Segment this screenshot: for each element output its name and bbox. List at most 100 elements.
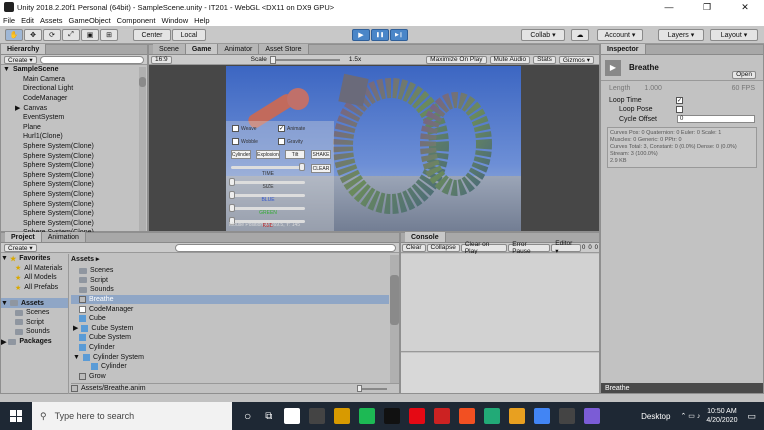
asset-item[interactable]: Script (71, 276, 389, 286)
hierarchy-item[interactable]: Main Camera (3, 75, 147, 85)
hierarchy-item[interactable]: Sphere System(Clone) (3, 219, 147, 229)
layout-dropdown[interactable]: Layout ▾ (710, 29, 758, 41)
project-breadcrumb[interactable]: Assets ▸ (71, 255, 99, 263)
favorites-header[interactable]: ▼ ★ Favorites (1, 254, 68, 264)
menu-file[interactable]: File (3, 16, 15, 25)
favorites-item[interactable]: ★ All Models (1, 273, 68, 283)
hierarchy-item[interactable]: Plane (3, 123, 147, 133)
cylinder-button[interactable]: Cylinder (231, 150, 251, 159)
hierarchy-item[interactable]: Sphere System(Clone) (3, 151, 147, 161)
hierarchy-item[interactable]: Sphere System(Clone) (3, 171, 147, 181)
hierarchy-item[interactable]: ▶ Canvas (3, 103, 147, 113)
stats-toggle[interactable]: Stats (533, 55, 556, 64)
asset-item[interactable]: Cube System (71, 333, 389, 343)
notifications-icon[interactable]: ▭ (747, 411, 756, 422)
clear-button[interactable]: CLEAR (311, 164, 331, 173)
asset-item[interactable]: Grow (71, 372, 389, 382)
console-editor-dropdown[interactable]: Editor ▾ (551, 240, 581, 255)
menu-assets[interactable]: Assets (40, 16, 63, 25)
error-count[interactable]: 0 (595, 245, 598, 251)
hierarchy-item[interactable]: EventSystem (3, 113, 147, 123)
tab-scene[interactable]: Scene (153, 44, 186, 54)
asset-item[interactable]: Scenes (71, 266, 389, 276)
pivot-local-button[interactable]: Local (172, 29, 206, 41)
hierarchy-item[interactable]: Sphere System(Clone) (3, 180, 147, 190)
console-clear-button[interactable]: Clear (402, 243, 426, 252)
close-button[interactable]: ✕ (726, 2, 764, 13)
taskbar-app-icon[interactable] (509, 408, 526, 424)
taskbar-app-icon[interactable] (359, 408, 376, 424)
hierarchy-item[interactable]: Sphere System(Clone) (3, 142, 147, 152)
move-tool-icon[interactable]: ✥ (24, 29, 42, 41)
taskbar-app-icon[interactable] (409, 408, 426, 424)
asset-item[interactable]: ▼ Cylinder System (71, 352, 389, 362)
menu-window[interactable]: Window (161, 16, 188, 25)
time-slider[interactable] (231, 166, 305, 169)
hierarchy-create-button[interactable]: Create ▾ (4, 55, 37, 64)
step-button[interactable]: ▶❙ (390, 29, 408, 41)
transform-tool-icon[interactable]: ⊞ (100, 29, 118, 41)
taskbar-app-icon[interactable] (434, 408, 451, 424)
wobble-toggle[interactable] (232, 138, 239, 145)
hierarchy-item[interactable]: Sphere System(Clone) (3, 199, 147, 209)
favorites-item[interactable]: ★ All Materials (1, 264, 68, 274)
tab-inspector[interactable]: Inspector (601, 44, 646, 54)
hierarchy-scrollbar[interactable] (139, 67, 146, 231)
asset-item[interactable]: Cylinder (71, 362, 389, 372)
game-viewport[interactable]: Weave ✓ Animate Wobble Gravity Cylinder … (226, 66, 521, 231)
explosion-button[interactable]: Explosion (256, 150, 280, 159)
cortana-icon[interactable]: ○ (244, 409, 251, 423)
account-dropdown[interactable]: Account ▾ (597, 29, 643, 41)
rotate-tool-icon[interactable]: ⟳ (43, 29, 61, 41)
scale-slider[interactable] (269, 55, 340, 64)
mute-audio-toggle[interactable]: Mute Audio (489, 55, 531, 64)
tree-folder[interactable]: Script (1, 318, 68, 328)
pivot-center-button[interactable]: Center (133, 29, 171, 41)
taskbar-app-icon[interactable] (534, 408, 551, 424)
hierarchy-item[interactable]: Sphere System(Clone) (3, 161, 147, 171)
console-error-pause-toggle[interactable]: Error Pause (508, 241, 551, 255)
tree-folder[interactable]: Sounds (1, 327, 68, 337)
project-create-button[interactable]: Create ▾ (4, 243, 37, 252)
loop-time-checkbox[interactable]: ✓ (676, 97, 683, 104)
hierarchy-item[interactable]: Sphere System(Clone) (3, 209, 147, 219)
collab-dropdown[interactable]: Collab ▾ (521, 29, 565, 41)
favorites-item[interactable]: ★ All Prefabs (1, 283, 68, 293)
asset-item[interactable]: Sounds (71, 285, 389, 295)
desktop-toolbar[interactable]: Desktop (641, 412, 670, 421)
project-scrollbar[interactable] (390, 255, 399, 383)
hierarchy-search-input[interactable] (39, 55, 144, 64)
tree-folder[interactable]: Scenes (1, 308, 68, 318)
aspect-dropdown[interactable]: 16:9 (151, 55, 172, 64)
inspector-preview-bar[interactable]: Breathe (601, 383, 763, 393)
warning-count[interactable]: 0 (588, 245, 591, 251)
taskbar-app-icon[interactable] (384, 408, 401, 424)
hierarchy-item[interactable]: Sphere System(Clone) (3, 190, 147, 200)
asset-item[interactable]: Cube (71, 314, 389, 324)
taskbar-app-icon[interactable] (284, 408, 301, 424)
taskbar-search-box[interactable]: ⚲ Type here to search (32, 402, 232, 430)
inspector-open-button[interactable]: Open (732, 70, 756, 79)
weave-toggle[interactable] (232, 125, 239, 132)
asset-item[interactable]: Cylinder (71, 343, 389, 353)
time-slider-handle[interactable] (299, 163, 305, 171)
asset-item[interactable]: Breathe (71, 294, 389, 305)
tab-console[interactable]: Console (405, 232, 446, 242)
scale-tool-icon[interactable]: ⤢ (62, 29, 80, 41)
tab-project[interactable]: Project (5, 232, 42, 242)
pause-button[interactable]: ❚❚ (371, 29, 389, 41)
play-button[interactable]: ▶ (352, 29, 370, 41)
tab-animator[interactable]: Animator (218, 44, 260, 54)
taskbar-app-icon[interactable] (459, 408, 476, 424)
menu-help[interactable]: Help (194, 16, 209, 25)
tab-hierarchy[interactable]: Hierarchy (1, 44, 47, 54)
asset-item[interactable]: ▶ Cube System (71, 324, 389, 334)
minimize-button[interactable]: — (650, 2, 688, 13)
taskbar-app-icon[interactable] (584, 408, 601, 424)
menu-gameobject[interactable]: GameObject (69, 16, 111, 25)
taskbar-app-icon[interactable] (334, 408, 351, 424)
taskbar-app-icon[interactable] (484, 408, 501, 424)
expand-arrow-icon[interactable]: ▼ (73, 354, 80, 361)
collapse-arrow-icon[interactable]: ▶ (15, 104, 20, 112)
gizmos-dropdown[interactable]: Gizmos ▾ (558, 55, 594, 64)
